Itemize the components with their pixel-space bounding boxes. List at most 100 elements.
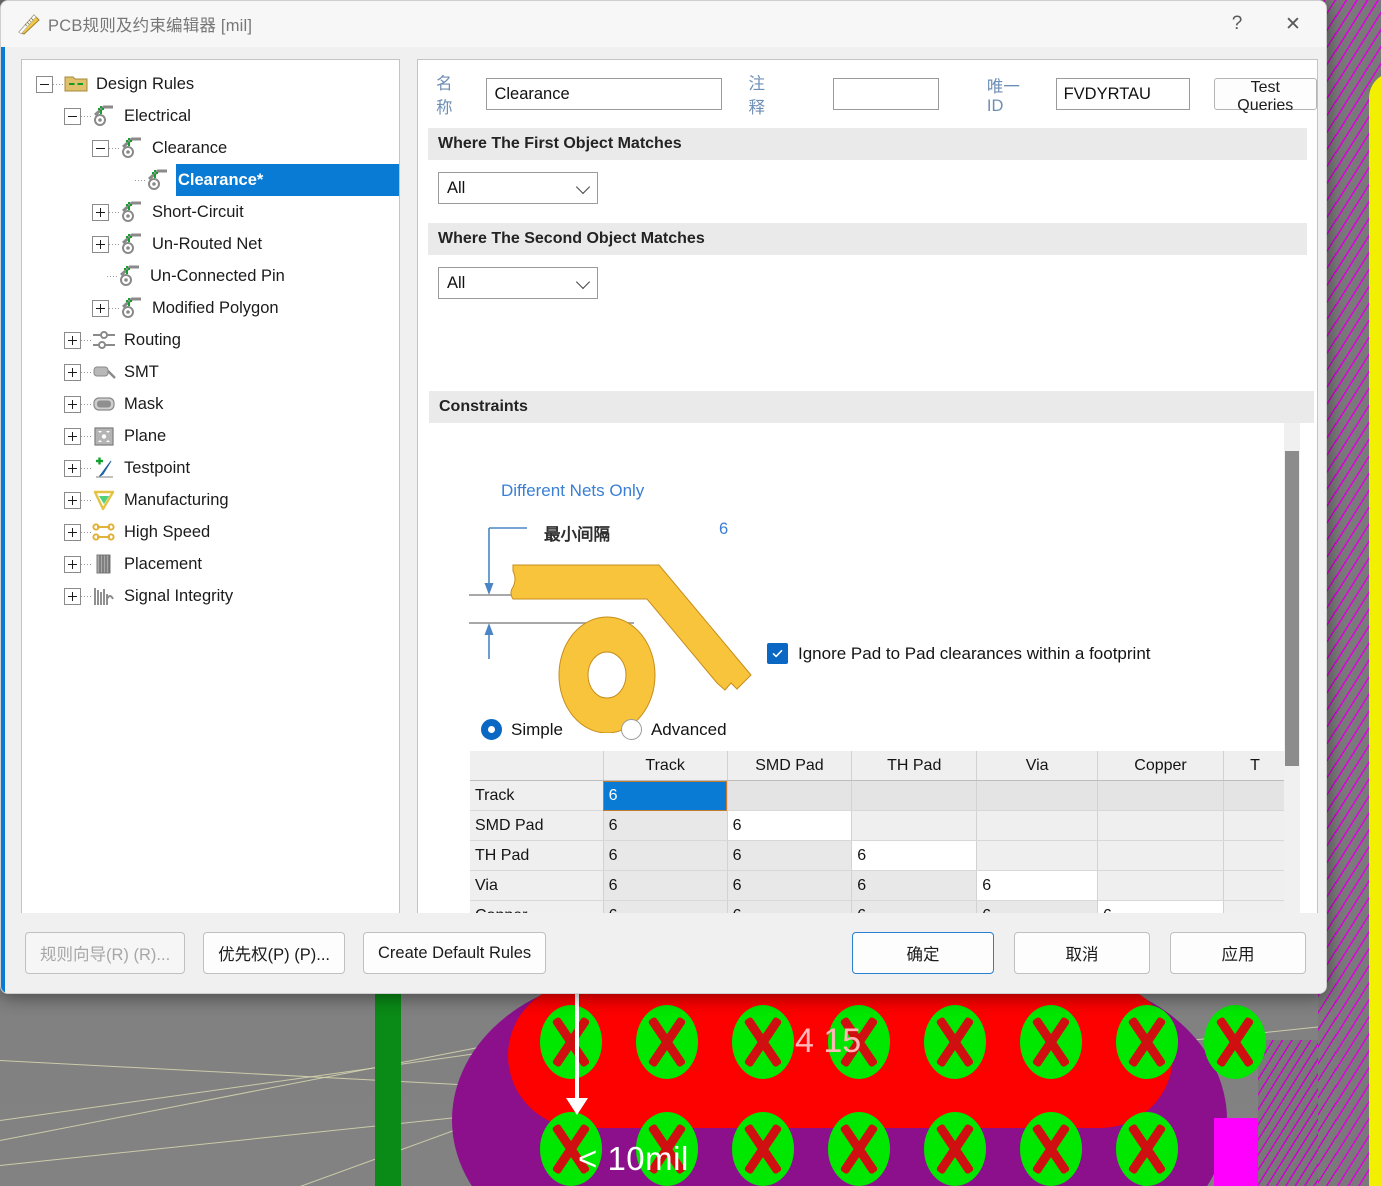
collapse-icon[interactable]: [92, 139, 109, 157]
tree-item-un-routed-net[interactable]: Un-Routed Net: [22, 228, 399, 260]
tree-item-clearance[interactable]: Clearance: [22, 132, 399, 164]
matrix-row-header[interactable]: SMD Pad: [470, 810, 604, 841]
matrix-row-header[interactable]: Track: [470, 780, 604, 811]
first-object-select[interactable]: All: [438, 172, 598, 204]
expand-icon[interactable]: [64, 363, 81, 381]
matrix-corner-cell[interactable]: [470, 751, 604, 781]
tree-item-smt[interactable]: SMT: [22, 356, 399, 388]
test-queries-button[interactable]: Test Queries: [1213, 78, 1317, 114]
matrix-cell-empty[interactable]: [727, 780, 853, 811]
matrix-cell-empty[interactable]: [976, 840, 1099, 871]
matrix-cell-empty[interactable]: [1097, 840, 1224, 871]
matrix-cell[interactable]: 6: [603, 870, 728, 901]
comment-input[interactable]: [832, 78, 939, 110]
radio-simple[interactable]: [481, 719, 502, 740]
name-input[interactable]: [486, 78, 723, 110]
expand-icon[interactable]: [64, 555, 81, 573]
matrix-cell-empty[interactable]: [1097, 810, 1224, 841]
matrix-cell[interactable]: 6: [851, 870, 978, 901]
expand-icon[interactable]: [64, 459, 81, 477]
matrix-cell-empty[interactable]: [1223, 780, 1287, 811]
expand-icon[interactable]: [92, 299, 109, 317]
collapse-icon[interactable]: [64, 107, 81, 125]
rule-wizard-button[interactable]: 规则向导(R) (R)...: [25, 932, 186, 974]
matrix-cell-empty[interactable]: [976, 780, 1099, 811]
matrix-cell[interactable]: 6: [851, 840, 978, 871]
matrix-cell-empty[interactable]: [1097, 780, 1224, 811]
tree-item-un-connected-pin[interactable]: Un-Connected Pin: [22, 260, 399, 292]
tree-item-placement[interactable]: Placement: [22, 548, 399, 580]
expand-icon[interactable]: [64, 427, 81, 445]
tree-item-design-rules[interactable]: Design Rules: [22, 68, 399, 100]
apply-button[interactable]: 应用: [1170, 932, 1306, 974]
expand-icon[interactable]: [64, 331, 81, 349]
matrix-cell-empty[interactable]: [1223, 840, 1287, 871]
clearance-matrix-wrapper[interactable]: Track SMD Pad TH Pad Via Copper T Track 6 SMD Pa…: [470, 751, 1287, 915]
second-object-select[interactable]: All: [438, 267, 598, 299]
measure-arrow-head: [566, 1098, 588, 1115]
matrix-cell-empty[interactable]: [976, 810, 1099, 841]
matrix-header-row: Track SMD Pad TH Pad Via Copper T: [470, 751, 1287, 781]
matrix-cell[interactable]: 6: [976, 870, 1099, 901]
matrix-col-header[interactable]: TH Pad: [851, 751, 978, 781]
constraint-mode-group[interactable]: Simple Advanced: [481, 719, 785, 740]
matrix-row-header[interactable]: Via: [470, 870, 604, 901]
rule-editor-panel: 名称 注释 唯一ID Test Queries Where The First …: [417, 59, 1318, 961]
ignore-pad-to-pad-row[interactable]: Ignore Pad to Pad clearances within a fo…: [767, 643, 1151, 664]
checkbox-checked-icon[interactable]: [767, 643, 788, 664]
expand-icon[interactable]: [64, 523, 81, 541]
matrix-cell[interactable]: 6: [727, 810, 853, 841]
unique-id-input[interactable]: [1055, 78, 1190, 110]
tree-item-manufacturing[interactable]: Manufacturing: [22, 484, 399, 516]
rules-tree-panel[interactable]: Design Rules Electrical Clearance Clearance…: [21, 59, 400, 918]
expand-icon[interactable]: [64, 395, 81, 413]
matrix-col-header[interactable]: T: [1223, 751, 1287, 781]
expand-icon[interactable]: [92, 203, 109, 221]
rule-identity-row: 名称 注释 唯一ID Test Queries: [418, 60, 1317, 120]
matrix-cell-empty[interactable]: [1223, 870, 1287, 901]
expand-icon[interactable]: [92, 235, 109, 253]
tree-item-modified-polygon[interactable]: Modified Polygon: [22, 292, 399, 324]
radio-advanced[interactable]: [620, 719, 642, 740]
matrix-cell[interactable]: 6: [727, 870, 853, 901]
matrix-col-header[interactable]: Copper: [1097, 751, 1224, 781]
constraints-vscrollbar[interactable]: [1284, 423, 1300, 918]
clearance-matrix[interactable]: Track SMD Pad TH Pad Via Copper T Track 6 SMD Pa…: [470, 751, 1287, 915]
matrix-row-header[interactable]: TH Pad: [470, 840, 604, 871]
min-clearance-value[interactable]: 6: [719, 520, 728, 539]
matrix-cell-empty[interactable]: [851, 810, 978, 841]
tree-item-clearance[interactable]: Clearance*: [22, 164, 399, 196]
expand-icon[interactable]: [64, 587, 81, 605]
tree-item-mask[interactable]: Mask: [22, 388, 399, 420]
close-button[interactable]: ✕: [1260, 1, 1326, 47]
electrical-rule-icon: [119, 135, 145, 161]
matrix-cell-empty[interactable]: [851, 780, 978, 811]
tree-item-signal-integrity[interactable]: Signal Integrity: [22, 580, 399, 612]
tree-item-electrical[interactable]: Electrical: [22, 100, 399, 132]
create-default-rules-button[interactable]: Create Default Rules: [362, 932, 547, 974]
matrix-col-header[interactable]: Via: [976, 751, 1099, 781]
electrical-rule-icon: [119, 199, 145, 225]
tree-item-short-circuit[interactable]: Short-Circuit: [22, 196, 399, 228]
matrix-cell-selected[interactable]: 6: [603, 780, 728, 811]
tree-item-testpoint[interactable]: Testpoint: [22, 452, 399, 484]
tree-item-high-speed[interactable]: High Speed: [22, 516, 399, 548]
matrix-cell-empty[interactable]: [1097, 870, 1224, 901]
rules-tree[interactable]: Design Rules Electrical Clearance Clearance…: [22, 60, 399, 612]
priorities-button[interactable]: 优先权(P) (P)...: [203, 932, 345, 974]
tree-item-routing[interactable]: Routing: [22, 324, 399, 356]
tree-item-plane[interactable]: Plane: [22, 420, 399, 452]
matrix-cell[interactable]: 6: [603, 810, 728, 841]
matrix-cell[interactable]: 6: [603, 840, 728, 871]
matrix-cell[interactable]: 6: [727, 840, 853, 871]
constraints-vscroll-thumb[interactable]: [1285, 451, 1299, 766]
via-marker: [1020, 1112, 1082, 1186]
help-button[interactable]: ?: [1214, 1, 1260, 47]
matrix-cell-empty[interactable]: [1223, 810, 1287, 841]
matrix-col-header[interactable]: SMD Pad: [727, 751, 853, 781]
cancel-button[interactable]: 取消: [1014, 932, 1150, 974]
collapse-icon[interactable]: [36, 75, 53, 93]
ok-button[interactable]: 确定: [852, 932, 994, 974]
matrix-col-header[interactable]: Track: [603, 751, 728, 781]
expand-icon[interactable]: [64, 491, 81, 509]
